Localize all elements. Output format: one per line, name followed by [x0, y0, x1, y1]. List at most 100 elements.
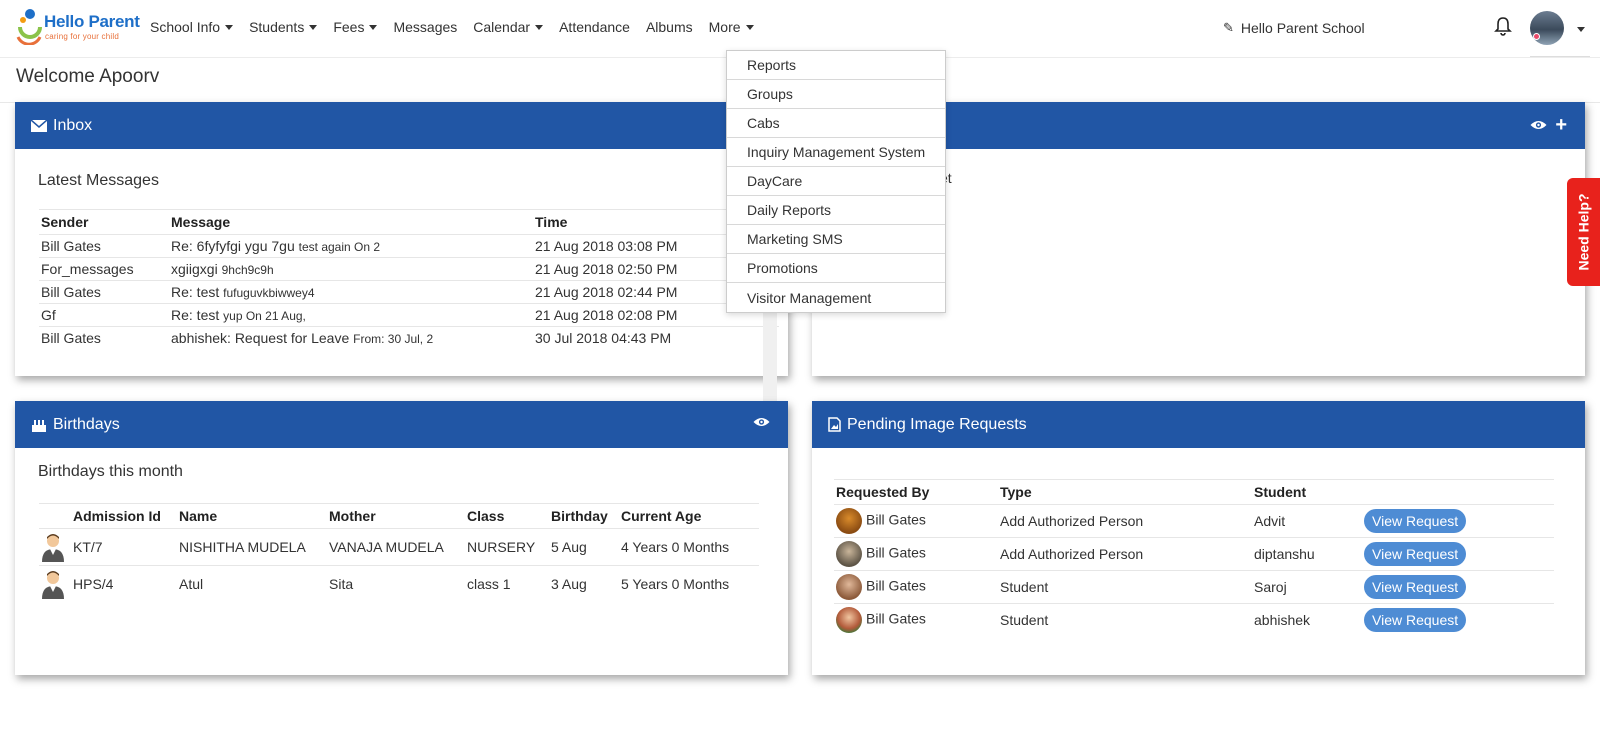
name-cell: NISHITHA MUDELA: [179, 539, 306, 555]
view-request-button[interactable]: View Request: [1364, 509, 1467, 533]
nav-more[interactable]: More: [709, 19, 754, 35]
table-row: Bill Gates Student Saroj View Request: [834, 570, 1554, 604]
envelope-icon: [31, 119, 47, 132]
nav-albums[interactable]: Albums: [646, 19, 693, 35]
brand-logo[interactable]: Hello Parent caring for your child: [14, 5, 144, 45]
mother-cell: Sita: [329, 576, 354, 592]
plus-icon[interactable]: +: [1555, 115, 1567, 135]
message-preview: 9hch9c9h: [221, 263, 274, 277]
need-help-label: Need Help?: [1575, 193, 1592, 271]
more-dropdown-menu: Reports Groups Cabs Inquiry Management S…: [726, 50, 946, 313]
nav-attendance[interactable]: Attendance: [559, 19, 630, 35]
menu-item-cabs[interactable]: Cabs: [727, 109, 945, 138]
nav-calendar[interactable]: Calendar: [473, 19, 544, 35]
header-actions: [753, 416, 770, 428]
menu-item-marketing-sms[interactable]: Marketing SMS: [727, 225, 945, 254]
birthdays-subtitle: Birthdays this month: [38, 463, 183, 480]
column-header: Admission Id: [73, 508, 161, 524]
message-cell: Re: test fufuguvkbiwwey4: [169, 281, 533, 304]
pencil-icon: ✎: [1223, 20, 1234, 35]
message-subject: xgiigxgi: [171, 261, 218, 277]
menu-item-promotions[interactable]: Promotions: [727, 254, 945, 283]
panel-title: Pending Image Requests: [847, 415, 1027, 433]
column-header: Name: [179, 508, 218, 524]
menu-item-daycare[interactable]: DayCare: [727, 167, 945, 196]
message-preview: yup On 21 Aug,: [223, 309, 306, 323]
column-header: Requested By: [836, 484, 930, 500]
status-dot: [1533, 33, 1540, 40]
header-actions: +: [1530, 115, 1567, 135]
eye-icon[interactable]: [1530, 119, 1547, 131]
menu-item-visitor-management[interactable]: Visitor Management: [727, 283, 945, 312]
table-row[interactable]: Bill Gates Re: 6fyfyfgi ygu 7gu test aga…: [39, 234, 779, 258]
class-cell: NURSERY: [467, 539, 536, 555]
nav-students[interactable]: Students: [249, 19, 318, 35]
nav-label: Calendar: [473, 19, 531, 35]
inbox-table: Sender Message Time Bill Gates Re: 6fyfy…: [39, 209, 779, 349]
divider: [1530, 56, 1590, 57]
requested-by-cell: Bill Gates: [834, 604, 998, 637]
type-cell: Add Authorized Person: [1000, 546, 1144, 562]
type-cell: Student: [1000, 579, 1049, 595]
column-header: Mother: [329, 508, 376, 524]
inbox-panel: Inbox Latest Messages Sender Message Tim…: [15, 102, 788, 455]
table-row[interactable]: Bill Gates abhishek: Request for Leave F…: [39, 326, 779, 350]
brand-tagline: caring for your child: [45, 32, 120, 41]
table-row[interactable]: KT/7 NISHITHA MUDELA VANAJA MUDELA NURSE…: [39, 528, 759, 566]
requester-avatar: [836, 607, 862, 633]
avatar: [39, 566, 71, 603]
birthdays-header: Birthdays: [15, 401, 788, 448]
time-cell: 30 Jul 2018 04:43 PM: [535, 330, 672, 346]
view-request-button[interactable]: View Request: [1364, 542, 1467, 566]
bell-icon[interactable]: [1494, 16, 1512, 36]
menu-item-reports[interactable]: Reports: [727, 51, 945, 80]
caret-down-icon: [309, 24, 318, 30]
message-subject: Re: 6fyfyfgi ygu 7gu: [171, 238, 295, 254]
birthdays-panel: Birthdays Birthdays this month Admission…: [15, 401, 788, 675]
name-cell: Atul: [179, 576, 204, 592]
table-row: Bill Gates Add Authorized Person diptans…: [834, 537, 1554, 571]
column-header: [1362, 480, 1554, 505]
eye-icon[interactable]: [753, 416, 770, 428]
column-header: Type: [1000, 484, 1032, 500]
nav-label: Albums: [645, 19, 693, 35]
sender-cell: Gf: [41, 307, 56, 323]
nav-fees[interactable]: Fees: [333, 19, 378, 35]
need-help-tab[interactable]: Need Help?: [1567, 178, 1600, 286]
nav-label: Messages: [393, 19, 458, 35]
caret-down-icon: [369, 24, 378, 30]
caret-down-icon: [535, 24, 544, 30]
caret-down-icon[interactable]: [1577, 27, 1585, 32]
nav-messages[interactable]: Messages: [393, 19, 457, 35]
type-cell: Add Authorized Person: [1000, 513, 1144, 529]
view-request-button[interactable]: View Request: [1364, 608, 1467, 632]
table-row[interactable]: For_messages xgiigxgi 9hch9c9h 21 Aug 20…: [39, 257, 779, 281]
table-row: Bill Gates Add Authorized Person Advit V…: [834, 504, 1554, 538]
column-header: Birthday: [551, 508, 608, 524]
student-cell: diptanshu: [1254, 546, 1315, 562]
main-nav: School Info Students Fees Messages Calen…: [150, 19, 770, 35]
menu-item-inquiry-management[interactable]: Inquiry Management System: [727, 138, 945, 167]
person-icon: [42, 571, 64, 599]
message-cell: Re: 6fyfyfgi ygu 7gu test again On 2: [169, 235, 533, 258]
message-subject: Re: test: [171, 307, 220, 323]
table-row[interactable]: Gf Re: test yup On 21 Aug, 21 Aug 2018 0…: [39, 303, 779, 327]
requester-name: Bill Gates: [866, 577, 926, 594]
avatar: [39, 529, 71, 566]
class-cell: class 1: [467, 576, 511, 592]
menu-item-groups[interactable]: Groups: [727, 80, 945, 109]
requested-by-cell: Bill Gates: [834, 571, 998, 604]
view-request-button[interactable]: View Request: [1364, 575, 1467, 599]
table-row[interactable]: Bill Gates Re: test fufuguvkbiwwey4 21 A…: [39, 280, 779, 304]
column-header: Current Age: [621, 508, 702, 524]
user-avatar[interactable]: [1530, 11, 1564, 45]
nav-school-info[interactable]: School Info: [150, 19, 234, 35]
nav-label: School Info: [150, 19, 221, 35]
menu-item-daily-reports[interactable]: Daily Reports: [727, 196, 945, 225]
sender-cell: For_messages: [41, 261, 134, 277]
requester-avatar: [836, 574, 862, 600]
caret-down-icon: [225, 24, 234, 30]
school-selector[interactable]: ✎ Hello Parent School: [1223, 20, 1365, 36]
sender-cell: Bill Gates: [41, 284, 101, 300]
table-row[interactable]: HPS/4 Atul Sita class 1 3 Aug 5 Years 0 …: [39, 565, 759, 603]
